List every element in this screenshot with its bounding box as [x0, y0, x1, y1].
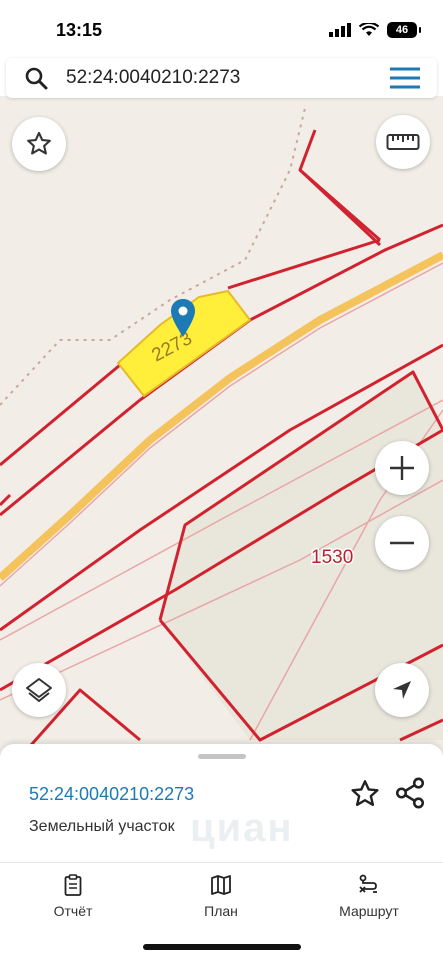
sheet-drag-handle[interactable] — [198, 754, 246, 759]
map-view[interactable]: 2273 1530 — [0, 96, 443, 776]
tab-plan[interactable]: План — [166, 873, 276, 919]
home-indicator — [143, 944, 301, 950]
cian-watermark: циан — [190, 806, 294, 850]
plus-icon — [390, 456, 414, 480]
zoom-in-button[interactable] — [375, 441, 429, 495]
search-icon[interactable] — [24, 66, 48, 90]
wifi-icon — [359, 23, 379, 36]
layers-button[interactable] — [12, 663, 66, 717]
status-icons: 46 — [329, 22, 421, 38]
menu-icon[interactable] — [389, 66, 421, 90]
search-bar[interactable]: 52:24:0040210:2273 — [6, 58, 437, 98]
star-outline-icon — [27, 131, 51, 155]
signal-icon — [329, 23, 351, 37]
navigation-arrow-icon — [393, 681, 411, 699]
tab-report[interactable]: Отчёт — [18, 873, 128, 919]
share-icon[interactable] — [393, 776, 427, 810]
favorite-map-button[interactable] — [12, 117, 66, 171]
ruler-button[interactable] — [376, 115, 430, 169]
status-time: 13:15 — [56, 20, 103, 40]
tab-report-label: Отчёт — [53, 903, 93, 919]
battery-icon: 46 — [387, 22, 421, 38]
tab-route[interactable]: Маршрут — [314, 873, 424, 919]
minus-icon — [390, 541, 414, 545]
map-canvas[interactable]: 2273 1530 — [0, 96, 443, 776]
route-icon — [359, 874, 377, 893]
layers-icon — [26, 678, 52, 702]
neighbor-parcel-label: 1530 — [311, 547, 353, 568]
parcel-number[interactable]: 52:24:0040210:2273 — [29, 784, 194, 805]
parcel-type: Земельный участок — [29, 818, 175, 835]
ruler-icon — [386, 134, 420, 150]
tab-route-label: Маршрут — [339, 903, 399, 919]
status-bar: 13:15 46 — [0, 0, 443, 56]
clipboard-icon — [64, 874, 82, 896]
favorite-star-icon[interactable] — [349, 778, 381, 810]
zoom-out-button[interactable] — [375, 516, 429, 570]
tab-plan-label: План — [204, 903, 238, 919]
my-location-button[interactable] — [375, 663, 429, 717]
search-input[interactable]: 52:24:0040210:2273 — [66, 67, 240, 89]
map-icon — [211, 875, 231, 895]
